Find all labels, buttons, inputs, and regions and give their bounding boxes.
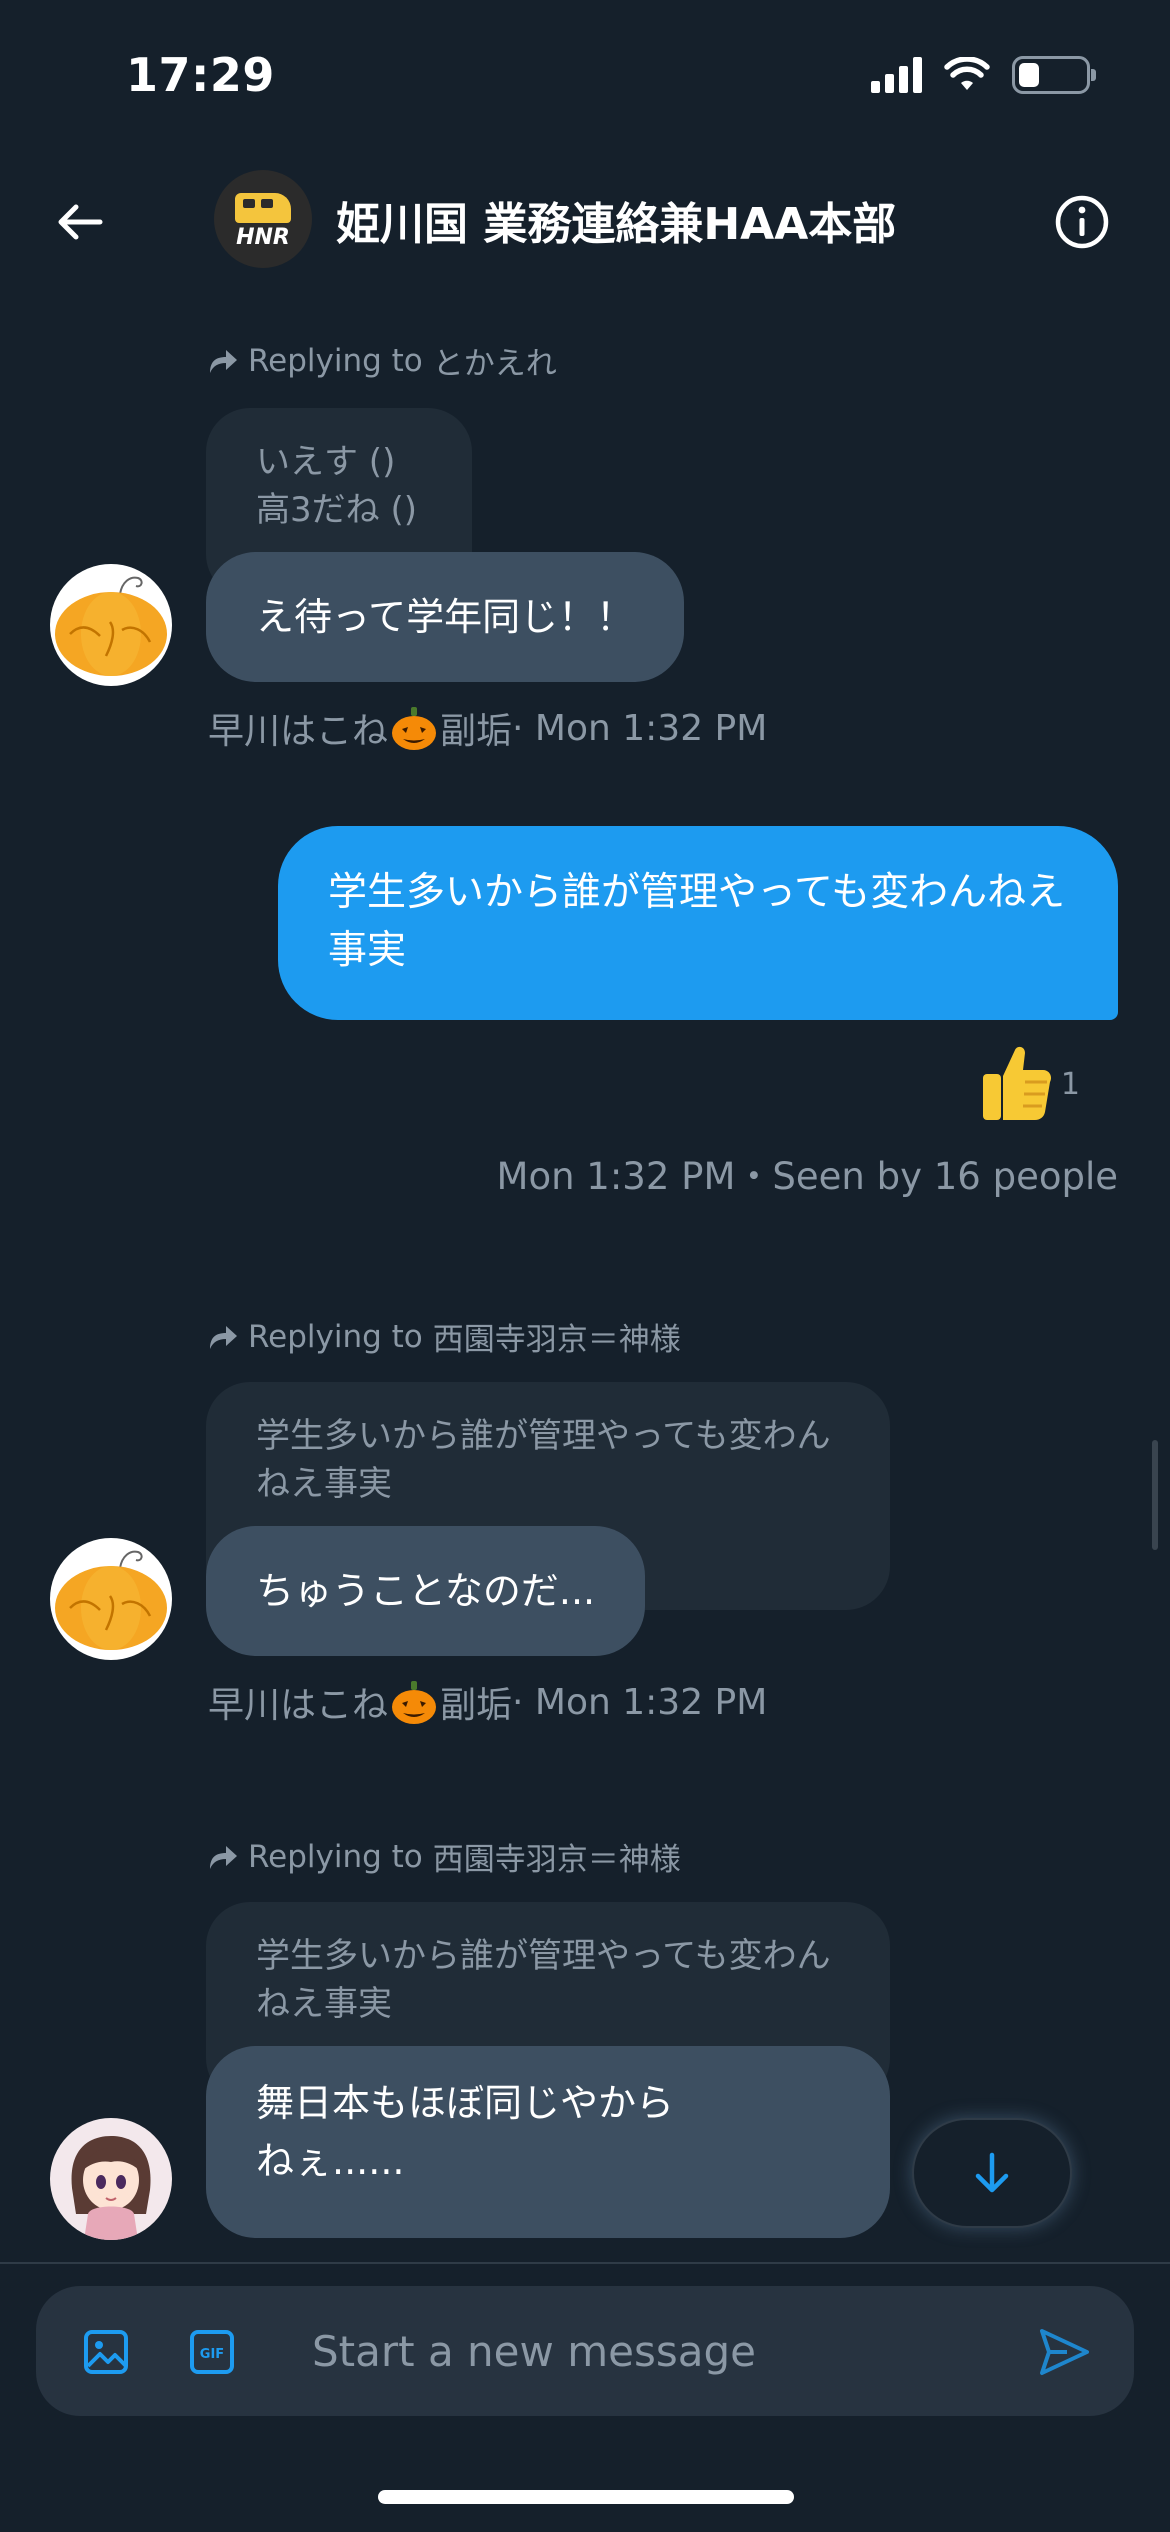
arrow-left-icon bbox=[58, 204, 103, 240]
replying-label: Replying to bbox=[248, 1838, 423, 1875]
conversation-title[interactable]: 姫川国 業務連絡兼HAA本部 bbox=[336, 188, 896, 252]
message-time: · Mon 1:32 PM bbox=[512, 1681, 768, 1723]
home-indicator[interactable] bbox=[378, 2490, 794, 2504]
info-button[interactable] bbox=[1052, 192, 1112, 252]
sender-name: 早川はこね bbox=[208, 711, 389, 752]
group-avatar-label: HNR bbox=[236, 224, 290, 250]
scroll-to-bottom-button[interactable] bbox=[912, 2118, 1072, 2228]
train-icon bbox=[235, 192, 291, 223]
replying-name: 西園寺羽京＝神様 bbox=[432, 1322, 681, 1358]
divider bbox=[0, 2262, 1170, 2264]
gif-icon: GIF bbox=[190, 2330, 234, 2374]
message-meta: 早川はこね 副垢 · Mon 1:32 PM bbox=[208, 702, 767, 754]
wifi-icon bbox=[944, 57, 990, 90]
back-button[interactable] bbox=[50, 192, 110, 252]
replying-label: Replying to bbox=[248, 342, 423, 379]
message-line: ねぇ...... bbox=[256, 2139, 405, 2183]
add-image-button[interactable] bbox=[78, 2324, 134, 2380]
status-time: 17:29 bbox=[126, 48, 275, 102]
message-meta: 早川はこね 副垢 · Mon 1:32 PM bbox=[208, 1676, 767, 1728]
send-icon bbox=[1040, 2329, 1089, 2375]
sender-name-suffix: 副垢 bbox=[440, 1685, 513, 1726]
anime-girl-icon bbox=[71, 2136, 151, 2240]
replying-name: とかえれ bbox=[432, 346, 557, 382]
replying-to-line: Replying to 西園寺羽京＝神様 bbox=[208, 1834, 681, 1879]
quoted-line: 高3だね () bbox=[256, 490, 417, 530]
reply-arrow-icon bbox=[210, 1325, 237, 1349]
seen-status: Mon 1:32 PM・Seen by 16 people bbox=[496, 1155, 1118, 1198]
pumpkin-icon bbox=[55, 576, 167, 676]
pumpkin-icon bbox=[55, 1550, 167, 1650]
outgoing-message-bubble[interactable]: 学生多いから誰が管理やっても変わんねえ事実 bbox=[278, 826, 1118, 1020]
reply-arrow-icon bbox=[210, 1845, 237, 1869]
sender-name: 早川はこね bbox=[208, 1685, 389, 1726]
status-icons bbox=[871, 56, 1096, 94]
message-bubble[interactable]: え待って学年同じ！！ bbox=[206, 552, 685, 682]
reply-arrow-icon bbox=[210, 349, 237, 373]
pumpkin-emoji-icon bbox=[392, 1681, 437, 1724]
reaction[interactable]: 1 bbox=[979, 1042, 1080, 1122]
user-avatar[interactable] bbox=[50, 564, 172, 686]
add-gif-button[interactable]: GIF bbox=[184, 2324, 240, 2380]
thumbs-up-icon bbox=[982, 1046, 1051, 1120]
message-line: 舞日本もほぼ同じやから bbox=[256, 2081, 675, 2125]
replying-to-line: Replying to 西園寺羽京＝神様 bbox=[208, 1314, 681, 1359]
user-avatar[interactable] bbox=[50, 2118, 172, 2240]
cellular-signal-icon bbox=[871, 57, 922, 93]
send-button[interactable] bbox=[1034, 2322, 1094, 2382]
replying-to-line: Replying to とかえれ bbox=[208, 338, 557, 383]
reaction-count: 1 bbox=[1060, 1067, 1080, 1102]
message-bubble[interactable]: 舞日本もほぼ同じやから ねぇ...... bbox=[206, 2046, 890, 2238]
message-composer: GIF bbox=[36, 2286, 1134, 2416]
image-icon bbox=[84, 2330, 128, 2374]
message-time: · Mon 1:32 PM bbox=[512, 707, 768, 749]
message-bubble[interactable]: ちゅうことなのだ... bbox=[206, 1526, 646, 1656]
svg-text:GIF: GIF bbox=[200, 2347, 224, 2362]
group-avatar[interactable]: HNR bbox=[214, 170, 312, 268]
pumpkin-emoji-icon bbox=[392, 707, 437, 750]
replying-name: 西園寺羽京＝神様 bbox=[432, 1842, 681, 1878]
replying-label: Replying to bbox=[248, 1318, 423, 1355]
arrow-down-icon bbox=[975, 2152, 1009, 2193]
scrollbar[interactable] bbox=[1152, 1440, 1158, 1550]
sender-name-suffix: 副垢 bbox=[440, 711, 513, 752]
quoted-line: いえす () bbox=[256, 442, 396, 482]
message-input[interactable] bbox=[312, 2316, 952, 2386]
info-icon bbox=[1055, 195, 1109, 249]
battery-icon bbox=[1012, 56, 1096, 94]
user-avatar[interactable] bbox=[50, 1538, 172, 1660]
